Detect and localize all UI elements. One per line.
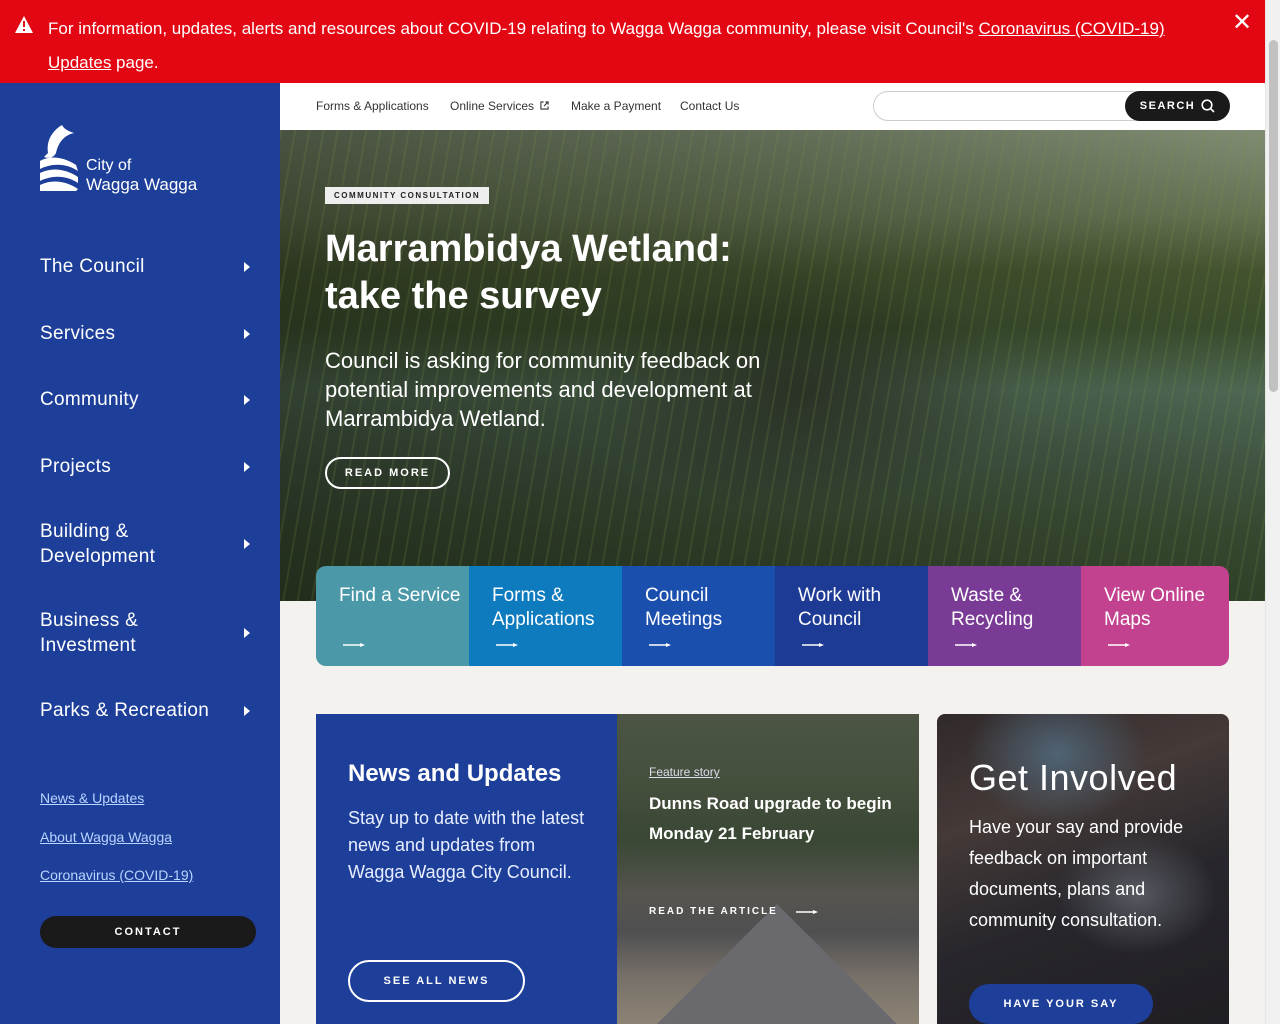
tile-find-a-service[interactable]: Find a Service (316, 566, 469, 666)
sidebar: City of Wagga Wagga The Council Services… (0, 83, 280, 1024)
road-image (657, 904, 897, 1024)
caret-right-icon (244, 328, 250, 339)
arrow-right-icon (649, 643, 671, 647)
nav-item-projects[interactable]: Projects (40, 454, 256, 479)
caret-right-icon (244, 461, 250, 472)
search-input[interactable] (884, 96, 1114, 118)
arrow-right-icon (496, 643, 518, 647)
about-wagga-link[interactable]: About Wagga Wagga (40, 829, 172, 845)
caret-right-icon (244, 261, 250, 272)
scrollbar-thumb[interactable] (1269, 40, 1278, 392)
have-your-say-button[interactable]: HAVE YOUR SAY (969, 984, 1153, 1024)
nav-label: The Council (40, 256, 145, 277)
crow-logo-icon (40, 125, 78, 191)
tile-view-online-maps[interactable]: View Online Maps (1081, 566, 1229, 666)
feature-story-tag[interactable]: Feature story (649, 765, 720, 779)
nav-item-the-council[interactable]: The Council (40, 254, 256, 279)
search-button[interactable]: SEARCH (1125, 91, 1230, 121)
hero-category-badge: COMMUNITY CONSULTATION (325, 187, 490, 204)
tile-work-with-council[interactable]: Work with Council (775, 566, 928, 666)
contact-us-link[interactable]: Contact Us (680, 99, 739, 113)
make-payment-link[interactable]: Make a Payment (571, 99, 661, 113)
see-all-news-button[interactable]: SEE ALL NEWS (348, 960, 525, 1002)
alert-message: For information, updates, alerts and res… (48, 19, 1165, 72)
nav-item-services[interactable]: Services (40, 321, 256, 346)
caret-right-icon (244, 394, 250, 405)
involved-description: Have your say and provide feedback on im… (969, 817, 1184, 930)
nav-item-community[interactable]: Community (40, 387, 256, 412)
arrow-right-icon (343, 643, 365, 647)
close-icon[interactable]: ✕ (1232, 11, 1252, 35)
search-box: SEARCH (873, 91, 1230, 121)
nav-item-business-investment[interactable]: Business & Investment (40, 608, 256, 658)
nav-label: Community (40, 389, 139, 410)
news-title: News and Updates (348, 760, 562, 787)
caret-right-icon (244, 628, 250, 638)
warning-icon (15, 16, 33, 33)
tile-waste-recycling[interactable]: Waste & Recycling (928, 566, 1081, 666)
nav-label: Projects (40, 456, 112, 477)
covid-alert-banner: For information, updates, alerts and res… (0, 0, 1265, 83)
hero-description: Council is asking for community feedback… (325, 348, 761, 431)
get-involved-card: Get Involved Have your say and provide f… (937, 714, 1229, 1024)
news-description: Stay up to date with the latest news and… (348, 808, 585, 882)
top-utility-bar: Forms & Applications Online Services Mak… (280, 83, 1265, 130)
external-link-icon (540, 101, 550, 110)
feature-title: Dunns Road upgrade to begin Monday 21 Fe… (649, 794, 892, 843)
news-updates-link[interactable]: News & Updates (40, 790, 144, 806)
nav-label: Building & Development (40, 521, 156, 567)
contact-button[interactable]: CONTACT (40, 916, 256, 948)
arrow-right-icon (955, 643, 977, 647)
tile-council-meetings[interactable]: Council Meetings (622, 566, 775, 666)
news-card: News and Updates Stay up to date with th… (316, 714, 617, 1024)
arrow-right-icon (1108, 643, 1130, 647)
coronavirus-link[interactable]: Coronavirus (COVID-19) (40, 867, 193, 883)
tile-forms-applications[interactable]: Forms & Applications (469, 566, 622, 666)
city-logo[interactable]: City of Wagga Wagga (40, 123, 220, 195)
arrow-right-icon (802, 643, 824, 647)
page-scrollbar[interactable] (1265, 0, 1280, 1024)
nav-label: Services (40, 323, 116, 344)
involved-title: Get Involved (969, 757, 1178, 798)
nav-label: Parks & Recreation (40, 700, 210, 721)
search-icon (1201, 99, 1215, 113)
hero-title: Marrambidya Wetland: take the survey (325, 228, 732, 317)
arrow-right-icon (795, 909, 818, 914)
logo-text: City of Wagga Wagga (86, 157, 198, 194)
nav-item-building-development[interactable]: Building & Development (40, 519, 256, 569)
online-services-link[interactable]: Online Services (450, 99, 550, 113)
caret-right-icon (244, 705, 250, 716)
forms-applications-link[interactable]: Forms & Applications (316, 99, 429, 113)
read-more-button[interactable]: READ MORE (325, 457, 450, 489)
caret-right-icon (244, 539, 250, 549)
quick-links: Find a Service Forms & Applications Coun… (316, 566, 1229, 666)
nav-label: Business & Investment (40, 610, 139, 656)
nav-item-parks-recreation[interactable]: Parks & Recreation (40, 698, 256, 723)
feature-story-card[interactable]: Feature story Dunns Road upgrade to begi… (617, 714, 919, 1024)
read-article-link[interactable]: READ THE ARTICLE (649, 906, 818, 917)
hero-banner: COMMUNITY CONSULTATION Marrambidya Wetla… (280, 130, 1265, 601)
